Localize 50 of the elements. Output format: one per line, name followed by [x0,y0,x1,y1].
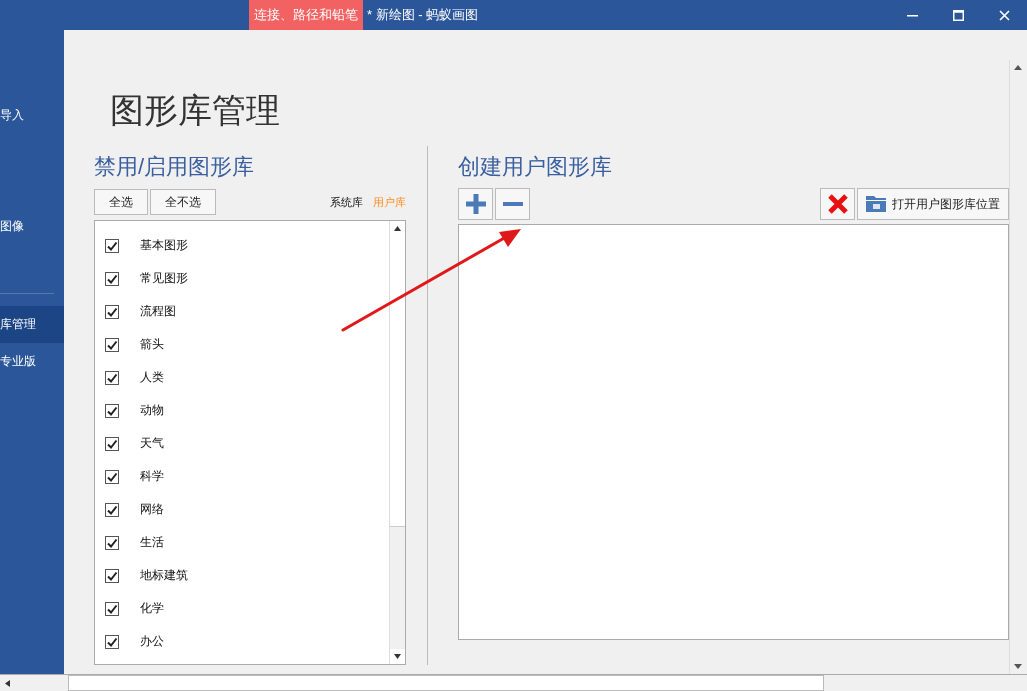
close-icon [998,9,1010,21]
checkbox[interactable] [105,634,119,649]
library-filter-link[interactable]: 系统库 [330,194,363,210]
library-label: 地标建筑 [140,567,188,584]
panel-heading: 创建用户图形库 [458,153,613,181]
library-label: 办公 [140,633,164,650]
select-button[interactable]: 全选 [94,189,148,215]
library-label: 动物 [140,402,164,419]
library-label: 天气 [140,435,164,452]
checkbox[interactable] [105,238,119,253]
delete-x-icon [826,193,849,215]
library-label: 网络 [140,501,164,518]
list-scrollbar[interactable] [389,221,405,664]
checkbox[interactable] [105,403,119,418]
library-label: 生活 [140,534,164,551]
library-label: 常见图形 [140,270,188,287]
remove-button[interactable] [495,188,530,220]
library-label: 基本图形 [140,237,188,254]
open-folder-button[interactable]: 打开用户图形库位置 [857,188,1009,220]
checkbox[interactable] [105,271,119,286]
maximize-icon [952,9,964,21]
sidebar-item[interactable]: 图像 [0,208,64,245]
horizontal-scrollbar[interactable] [0,674,1027,691]
scroll-thumb[interactable] [390,236,405,527]
library-label: 流程图 [140,303,176,320]
plus-icon [464,193,487,215]
sidebar-item[interactable]: 专业版 [0,343,64,380]
panel-heading: 禁用/启用图形库 [94,153,256,181]
library-label: 科学 [140,468,164,485]
checkbox[interactable] [105,502,119,517]
folder-icon [866,196,886,212]
checkbox[interactable] [105,535,119,550]
delete-button[interactable] [820,188,855,220]
library-label: 化学 [140,600,164,617]
checkbox[interactable] [105,436,119,451]
minus-icon [502,202,523,206]
sidebar-item[interactable]: 库管理 [0,306,64,343]
checkbox[interactable] [105,370,119,385]
checkbox[interactable] [105,337,119,352]
checkbox[interactable] [105,304,119,319]
select-button[interactable]: 全不选 [150,189,216,215]
library-label: 箭头 [140,336,164,353]
window-title: * 新绘图 - 蚂蚁画图 [366,6,479,24]
add-button[interactable] [458,188,493,220]
library-label: 人类 [140,369,164,386]
page-title: 图形库管理 [109,90,281,131]
checkbox[interactable] [105,601,119,616]
sidebar-item[interactable]: 导入 [0,97,64,134]
checkbox[interactable] [105,568,119,583]
checkbox[interactable] [105,469,119,484]
